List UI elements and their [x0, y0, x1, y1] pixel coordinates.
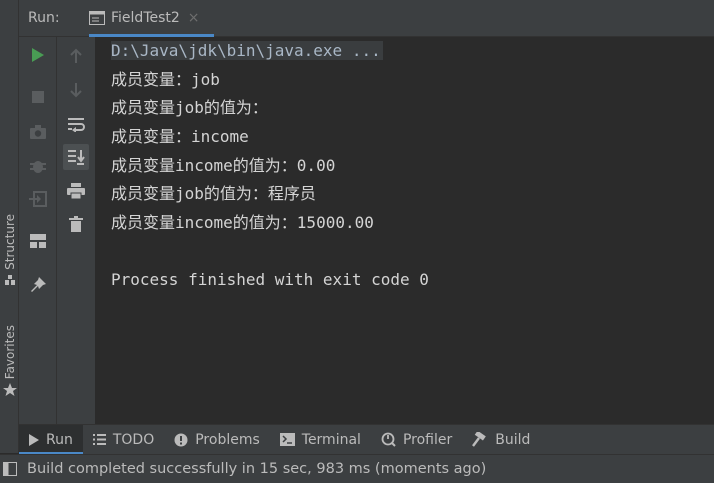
run-header: Run: FieldTest2 × — [19, 0, 714, 37]
structure-tab[interactable]: Structure — [0, 214, 19, 286]
console-line: 成员变量job的值为：程序员 — [111, 184, 316, 203]
tab-build[interactable]: Build — [462, 425, 540, 454]
tab-problems[interactable]: Problems — [164, 425, 270, 454]
hammer-icon — [472, 432, 488, 447]
close-icon[interactable]: × — [188, 10, 200, 26]
soft-wrap-icon[interactable] — [63, 111, 89, 137]
profiler-icon — [381, 432, 396, 447]
play-icon — [29, 433, 39, 446]
console-line: 成员变量：income — [111, 127, 249, 146]
trash-icon[interactable] — [63, 211, 89, 237]
camera-icon[interactable] — [25, 119, 51, 145]
stop-icon[interactable] — [25, 84, 51, 110]
pin-icon[interactable] — [25, 272, 51, 298]
console-line: 成员变量：job — [111, 70, 220, 89]
favorites-tab[interactable]: Favorites — [0, 325, 19, 397]
console-line: D:\Java\jdk\bin\java.exe ... — [111, 41, 383, 61]
terminal-icon — [279, 433, 295, 446]
print-icon[interactable] — [63, 178, 89, 204]
run-label: Run: — [28, 10, 60, 26]
tab-problems-label: Problems — [195, 431, 260, 448]
tab-terminal-label: Terminal — [301, 431, 361, 448]
down-arrow-icon[interactable] — [63, 77, 89, 103]
status-bar: Build completed successfully in 15 sec, … — [0, 454, 714, 483]
layout-icon[interactable] — [25, 228, 51, 254]
console-line: 成员变量income的值为：0.00 — [111, 156, 336, 175]
run-config-tab[interactable]: FieldTest2 × — [89, 0, 214, 37]
left-tool-stripe: Structure Favorites — [0, 0, 19, 453]
console-line: 成员变量income的值为：15000.00 — [111, 213, 374, 232]
debug-icon[interactable] — [25, 153, 51, 179]
console-line: 成员变量job的值为： — [111, 98, 268, 117]
run-toolbar-secondary — [57, 37, 96, 424]
tool-window-bar: Run TODO Problems Terminal Profiler Buil… — [19, 424, 714, 454]
exit-icon[interactable] — [25, 186, 51, 212]
tab-todo[interactable]: TODO — [83, 425, 164, 454]
tab-run-label: Run — [46, 431, 73, 448]
tab-todo-label: TODO — [112, 431, 155, 448]
up-arrow-icon[interactable] — [63, 43, 89, 69]
favorites-label: Favorites — [2, 325, 17, 380]
run-toolbar-primary — [19, 37, 57, 424]
structure-icon — [4, 274, 15, 285]
status-message: Build completed successfully in 15 sec, … — [27, 461, 487, 477]
scroll-to-end-icon[interactable] — [63, 144, 89, 170]
tab-profiler[interactable]: Profiler — [371, 425, 462, 454]
structure-label: Structure — [2, 214, 17, 270]
process-exit-line: Process finished with exit code 0 — [111, 270, 429, 289]
tab-profiler-label: Profiler — [402, 431, 453, 448]
window-toggle-icon[interactable] — [3, 462, 17, 476]
star-icon — [2, 383, 17, 397]
tab-build-label: Build — [495, 431, 531, 448]
tab-run[interactable]: Run — [19, 425, 83, 454]
tab-terminal[interactable]: Terminal — [270, 425, 371, 454]
run-icon[interactable] — [25, 42, 51, 68]
run-tab-title: FieldTest2 — [111, 10, 180, 26]
problems-icon — [174, 433, 188, 447]
list-icon — [92, 434, 106, 445]
command-line: D:\Java\jdk\bin\java.exe ... — [111, 41, 383, 60]
console-output[interactable]: D:\Java\jdk\bin\java.exe ... 成员变量：job 成员… — [96, 37, 714, 424]
console-window-icon — [89, 11, 105, 25]
